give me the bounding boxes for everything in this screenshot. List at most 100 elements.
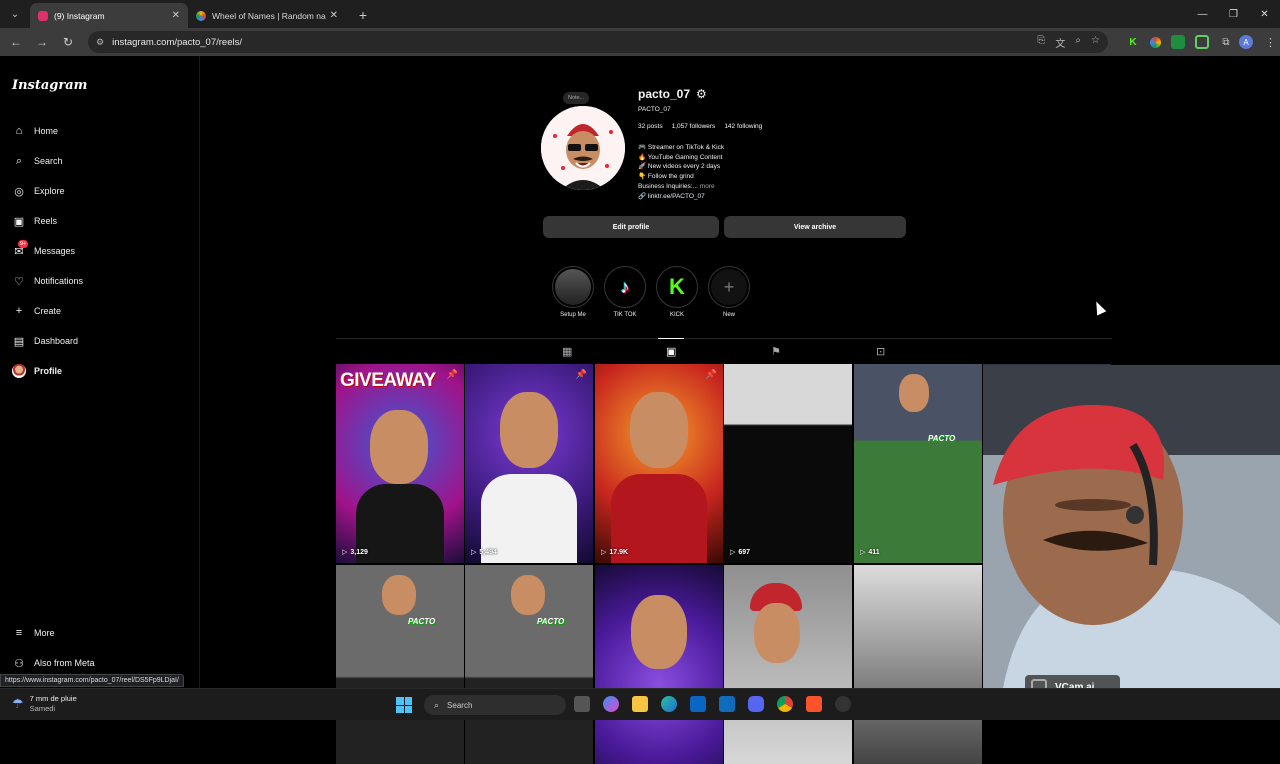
sidebar-item-notifications[interactable]: ♡ Notifications	[12, 266, 83, 296]
close-tab-icon[interactable]: ✕	[172, 10, 180, 21]
weather-widget[interactable]: ☂ 7 mm de pluie Samedi	[12, 694, 77, 714]
new-tab-button[interactable]: +	[352, 4, 374, 26]
extension-color-icon[interactable]	[1150, 36, 1161, 48]
address-bar[interactable]: ⚙ instagram.com/pacto_07/reels/ ⎘ 文 ⌕ ☆	[88, 31, 1108, 53]
note-bubble[interactable]: Note...	[563, 92, 590, 104]
tab-saved-icon[interactable]: ⚑	[771, 345, 781, 358]
outlook-icon[interactable]	[719, 696, 735, 712]
back-button[interactable]: ←	[4, 30, 28, 54]
tab-search-icon[interactable]: ⌄	[4, 3, 26, 25]
instagram-logo[interactable]: Instagram	[12, 78, 87, 93]
tab-reels-icon[interactable]: ▣	[666, 345, 676, 358]
reel-tile[interactable]: PACTO ▷ 411	[854, 364, 982, 563]
bio-more-link[interactable]: more	[700, 183, 715, 190]
sidebar-item-label: Create	[34, 306, 62, 316]
sidebar-item-messages[interactable]: ✉ 9+ Messages	[12, 236, 83, 266]
sidebar-item-label: Notifications	[34, 276, 84, 286]
tiktok-icon: ♪	[607, 269, 643, 305]
sidebar-item-dashboard[interactable]: ▤ Dashboard	[12, 326, 83, 356]
extensions-puzzle-icon[interactable]: ⧉	[1219, 35, 1233, 49]
reel-tile[interactable]: GIVEAWAY 📌 ▷ 3,129	[336, 364, 464, 563]
profile-bio: 🎮 Streamer on TikTok & Kick 🔥 YouTube Ga…	[638, 143, 724, 201]
bookmark-star-icon[interactable]: ☆	[1091, 35, 1100, 50]
extension-box-icon[interactable]	[1195, 35, 1209, 49]
extension-k-icon[interactable]: K	[1126, 35, 1140, 49]
taskbar-search[interactable]: ⌕ Search	[424, 695, 566, 715]
reel-tile[interactable]: ▷ 697	[724, 364, 852, 563]
bio-link[interactable]: 🔗 linktr.ee/PACTO_07	[638, 192, 724, 202]
reel-tag: PACTO	[928, 434, 956, 443]
zoom-icon[interactable]: ⌕	[1075, 35, 1081, 50]
windows-start-icon[interactable]	[396, 697, 412, 713]
settings-gear-icon[interactable]: ⚙	[696, 87, 707, 101]
chrome-profile-avatar[interactable]: A	[1239, 35, 1253, 49]
sidebar-item-explore[interactable]: ◎ Explore	[12, 176, 83, 206]
reel-tile[interactable]: 📌 ▷ 5,494	[465, 364, 593, 563]
reel-tile[interactable]	[724, 565, 852, 764]
sidebar-item-create[interactable]: + Create	[12, 296, 83, 326]
posts-count: 32 posts	[638, 123, 663, 130]
tab-tagged-icon[interactable]: ⊡	[876, 345, 885, 358]
play-icon: ▷	[730, 549, 736, 556]
reel-tile[interactable]	[595, 565, 723, 764]
tab-instagram[interactable]: (9) Instagram ✕	[30, 3, 188, 28]
reel-face	[500, 392, 558, 468]
sidebar-item-label: Also from Meta	[34, 658, 95, 668]
edge-icon[interactable]	[661, 696, 677, 712]
highlight-setup-me[interactable]: Setup Me	[552, 266, 594, 318]
bio-link-text: linktr.ee/PACTO_07	[647, 192, 705, 200]
task-view-icon[interactable]	[574, 696, 590, 712]
reel-tile[interactable]	[854, 565, 982, 764]
site-info-icon[interactable]: ⚙	[96, 37, 104, 48]
discord-icon[interactable]	[748, 696, 764, 712]
chrome-icon[interactable]	[777, 696, 793, 712]
close-window-icon[interactable]: ✕	[1249, 0, 1280, 28]
minimize-icon[interactable]: —	[1187, 0, 1218, 28]
brave-icon[interactable]	[806, 696, 822, 712]
translate-icon[interactable]: 文	[1055, 35, 1065, 50]
sidebar-item-profile[interactable]: Profile	[12, 356, 83, 386]
reel-tile[interactable]: PACTO	[336, 565, 464, 764]
install-app-icon[interactable]: ⎘	[1037, 35, 1045, 50]
rain-icon: ☂	[12, 696, 24, 711]
messages-badge: 9+	[18, 240, 29, 248]
home-icon: ⌂	[15, 125, 23, 137]
reel-tile[interactable]: PACTO	[465, 565, 593, 764]
profile-picture[interactable]	[541, 106, 625, 190]
restore-icon[interactable]: ❐	[1218, 0, 1249, 28]
reel-face	[631, 595, 687, 669]
highlight-tiktok[interactable]: ♪ TIK TOK	[604, 266, 646, 318]
forward-button[interactable]: →	[30, 30, 54, 54]
link-hover-status: https://www.instagram.com/pacto_07/reel/…	[0, 674, 184, 687]
copilot-icon[interactable]	[603, 696, 619, 712]
kick-icon: K	[659, 269, 695, 305]
tab-wheel-of-names[interactable]: Wheel of Names | Random nam ✕	[188, 3, 346, 28]
reel-tag: PACTO	[408, 617, 436, 626]
play-icon: ▷	[860, 549, 866, 556]
followers-count[interactable]: 1,057 followers	[672, 123, 716, 130]
sidebar-item-more[interactable]: ≡ More	[12, 618, 95, 648]
extension-green-icon[interactable]	[1171, 35, 1185, 49]
sidebar-item-label: Reels	[34, 216, 58, 226]
sidebar-item-search[interactable]: ⌕ Search	[12, 146, 83, 176]
bio-business: Business Inquiries:...	[638, 182, 698, 190]
views-count: 17.9K	[609, 548, 629, 556]
sidebar-item-reels[interactable]: ▣ Reels	[12, 206, 83, 236]
close-tab-icon[interactable]: ✕	[330, 10, 338, 21]
sidebar-item-home[interactable]: ⌂ Home	[12, 116, 83, 146]
following-count[interactable]: 142 following	[724, 123, 762, 130]
reel-tile[interactable]: 📌 ▷ 17.9K	[595, 364, 723, 563]
views-count: 5,494	[479, 548, 497, 556]
highlight-new[interactable]: + New	[708, 266, 750, 318]
reload-button[interactable]: ↻	[56, 30, 80, 54]
tab-posts-grid-icon[interactable]: ▦	[562, 345, 572, 358]
browser-tab-bar: ⌄ (9) Instagram ✕ Wheel of Names | Rando…	[0, 0, 1280, 28]
store-icon[interactable]	[690, 696, 706, 712]
edit-profile-button[interactable]: Edit profile	[543, 216, 719, 238]
compass-icon: ◎	[14, 185, 24, 198]
view-archive-button[interactable]: View archive	[724, 216, 906, 238]
highlight-kick[interactable]: K KICK	[656, 266, 698, 318]
chrome-menu-icon[interactable]: ⋮	[1265, 36, 1276, 49]
file-explorer-icon[interactable]	[632, 696, 648, 712]
app-icon[interactable]	[835, 696, 851, 712]
